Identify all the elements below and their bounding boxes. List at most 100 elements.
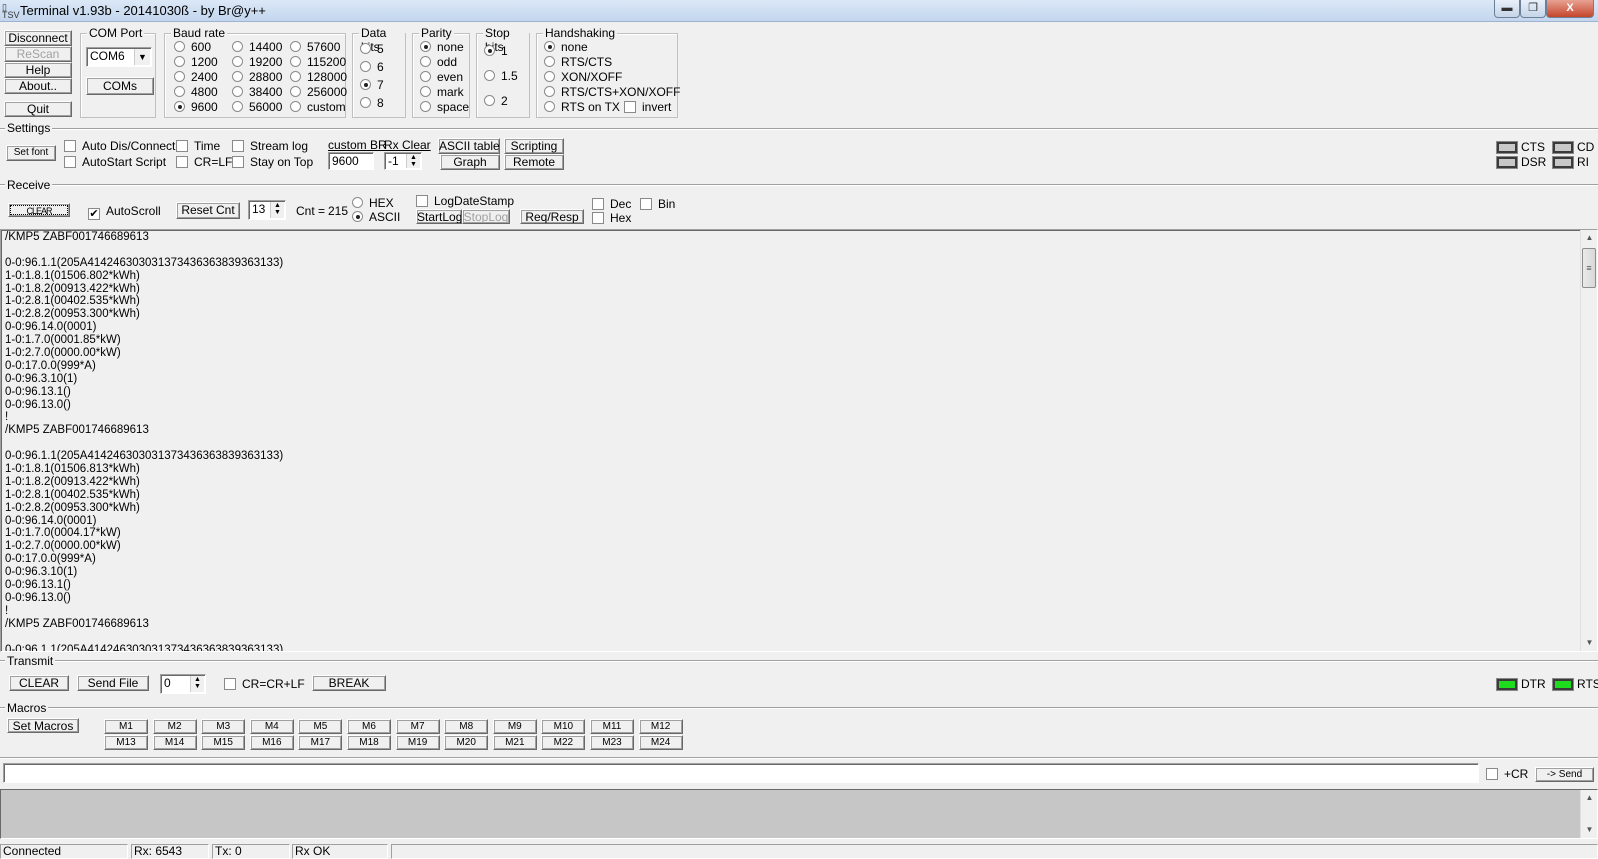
macro-button-m20[interactable]: M20 [444,735,489,750]
autoscroll-checkbox[interactable]: ✔ AutoScroll [88,204,161,220]
set-macros-button[interactable]: Set Macros [7,718,79,733]
checkbox-box[interactable] [232,156,244,168]
baud-radio-4800[interactable]: 4800 [174,85,218,99]
dec-checkbox[interactable]: Dec [592,197,631,211]
radio-button[interactable] [232,86,243,97]
disconnect-button[interactable]: Disconnect [4,30,72,46]
settings-checkbox-1[interactable]: AutoStart Script [64,155,166,169]
checkbox-box[interactable] [176,156,188,168]
send-file-button[interactable]: Send File [77,675,149,691]
quit-button[interactable]: Quit [4,101,72,117]
radio-button[interactable] [420,71,431,82]
scroll-up-icon[interactable]: ▲ [1581,230,1597,246]
coms-button[interactable]: COMs [86,77,154,95]
baud-radio-57600[interactable]: 57600 [290,40,340,54]
custom-br-input[interactable]: 9600 [328,152,374,170]
radio-button[interactable] [484,45,495,56]
macro-button-m6[interactable]: M6 [347,719,391,734]
radio-button[interactable] [360,61,371,72]
checkbox-box[interactable] [592,212,604,224]
radio-button[interactable] [420,86,431,97]
receive-scrollbar[interactable]: ▲ ≡ ▼ [1580,230,1597,651]
handshaking-radio-0[interactable]: none [544,40,588,54]
macro-button-m7[interactable]: M7 [395,719,440,734]
radio-button[interactable] [174,101,185,112]
scroll-down-icon[interactable]: ▼ [1581,822,1598,838]
remote-button[interactable]: Remote [504,154,564,170]
radio-button[interactable] [290,71,301,82]
checkbox-box[interactable] [592,198,604,210]
parity-radio-mark[interactable]: mark [420,85,464,99]
radio-button[interactable] [174,86,185,97]
send-button[interactable]: -> Send [1535,767,1594,782]
handshaking-radio-2[interactable]: XON/XOFF [544,70,622,84]
macro-button-m8[interactable]: M8 [444,719,489,734]
radio-button[interactable] [544,101,555,112]
settings-checkbox-4[interactable]: Stream log [232,139,308,153]
stop-log-button[interactable]: StopLog [462,209,510,224]
macro-button-m13[interactable]: M13 [104,735,148,750]
macro-button-m1[interactable]: M1 [104,719,148,734]
radio-button[interactable] [484,95,495,106]
checkbox-box[interactable] [1486,768,1498,780]
baud-radio-9600[interactable]: 9600 [174,100,218,114]
send-input[interactable] [3,763,1479,783]
rescan-button[interactable]: ReScan [4,46,72,62]
receive-mode-radio-ascii[interactable]: ASCII [352,210,400,224]
transmit-log-area[interactable]: ▲ ▼ [0,789,1598,839]
macro-button-m9[interactable]: M9 [492,719,537,734]
spin-arrows-icon[interactable]: ▲ ▼ [270,202,284,218]
graph-button[interactable]: Graph [440,154,500,170]
stop-bits-radio-2[interactable]: 2 [484,94,508,108]
bin-checkbox[interactable]: Bin [640,197,675,211]
radio-button[interactable] [360,79,371,90]
radio-button[interactable] [360,43,371,54]
transmit-clear-button[interactable]: CLEAR [9,675,69,691]
radio-button[interactable] [232,56,243,67]
radio-button[interactable] [544,86,555,97]
parity-radio-none[interactable]: none [420,40,464,54]
receive-clear-button[interactable]: CLEAR [8,203,70,217]
set-font-button[interactable]: Set font [6,145,56,161]
macro-button-m2[interactable]: M2 [152,719,197,734]
radio-button[interactable] [420,56,431,67]
hex-checkbox[interactable]: Hex [592,211,631,225]
checkbox-box[interactable] [176,140,188,152]
baud-radio-38400[interactable]: 38400 [232,85,282,99]
macro-button-m17[interactable]: M17 [298,735,343,750]
scroll-down-icon[interactable]: ▼ [1581,635,1597,651]
radio-button[interactable] [290,56,301,67]
baud-radio-2400[interactable]: 2400 [174,70,218,84]
checkbox-box[interactable] [416,195,428,207]
settings-checkbox-3[interactable]: CR=LF [176,155,232,169]
checkbox-box[interactable] [224,678,236,690]
scroll-up-icon[interactable]: ▲ [1581,790,1598,806]
scroll-thumb[interactable]: ≡ [1582,248,1596,288]
baud-radio-19200[interactable]: 19200 [232,55,282,69]
radio-button[interactable] [174,41,185,52]
checkbox-box[interactable] [624,101,636,113]
close-button[interactable]: X [1546,0,1594,18]
radio-button[interactable] [174,71,185,82]
terminal-app-icon[interactable]: ▯ TSV [2,3,20,20]
radio-button[interactable] [290,41,301,52]
radio-button[interactable] [352,211,363,222]
radio-button[interactable] [360,97,371,108]
macro-button-m4[interactable]: M4 [249,719,294,734]
checkbox-box[interactable] [640,198,652,210]
macro-button-m5[interactable]: M5 [298,719,343,734]
macro-button-m19[interactable]: M19 [395,735,440,750]
radio-button[interactable] [544,71,555,82]
baud-radio-custom[interactable]: custom [290,100,346,114]
macro-button-m3[interactable]: M3 [201,719,246,734]
parity-radio-even[interactable]: even [420,70,463,84]
checkbox-box[interactable] [232,140,244,152]
radio-button[interactable] [290,86,301,97]
checkbox-box[interactable]: ✔ [88,208,100,220]
radio-button[interactable] [232,71,243,82]
restore-button[interactable]: ❐ [1520,0,1546,18]
macro-button-m24[interactable]: M24 [638,735,683,750]
macro-button-m21[interactable]: M21 [492,735,537,750]
start-log-button[interactable]: StartLog [416,209,462,224]
macro-button-m18[interactable]: M18 [347,735,391,750]
